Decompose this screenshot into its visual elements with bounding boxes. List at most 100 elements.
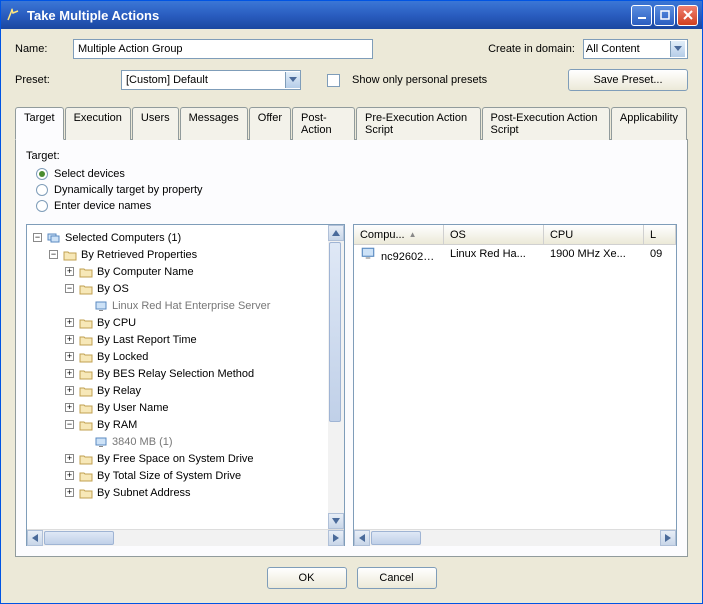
expand-icon[interactable]: +: [65, 335, 74, 344]
tab-post-exec-script[interactable]: Post-Execution Action Script: [482, 107, 610, 140]
tree-ram-leaf[interactable]: 3840 MB (1): [31, 433, 324, 450]
collapse-icon[interactable]: −: [49, 250, 58, 259]
tree-pane: − Selected Computers (1) − By Retrieved …: [26, 224, 345, 546]
name-row: Name: Create in domain: All Content: [15, 39, 688, 59]
folder-icon: [78, 452, 94, 466]
expand-icon[interactable]: +: [65, 267, 74, 276]
tree-by-ram[interactable]: − By RAM: [31, 416, 324, 433]
cancel-button[interactable]: Cancel: [357, 567, 437, 589]
tree-by-relay[interactable]: + By Relay: [31, 382, 324, 399]
collapse-icon[interactable]: −: [65, 420, 74, 429]
table-pane: Compu... ▲ OS CPU L nc926028.r...: [353, 224, 677, 546]
name-label: Name:: [15, 43, 65, 55]
radio-dynamic-target[interactable]: Dynamically target by property: [36, 184, 677, 196]
domain-select[interactable]: All Content: [583, 39, 688, 59]
folder-icon: [78, 469, 94, 483]
tree-by-relay-selection[interactable]: + By BES Relay Selection Method: [31, 365, 324, 382]
tab-body: Target: Select devices Dynamically targe…: [15, 140, 688, 557]
expand-icon[interactable]: +: [65, 369, 74, 378]
radio-select-devices[interactable]: Select devices: [36, 168, 677, 180]
tree-by-total-size[interactable]: + By Total Size of System Drive: [31, 467, 324, 484]
tree-root[interactable]: − Selected Computers (1): [31, 229, 324, 246]
dialog-content: Name: Create in domain: All Content Pres…: [1, 29, 702, 603]
tree-by-free-space[interactable]: + By Free Space on System Drive: [31, 450, 324, 467]
computer-icon: [93, 435, 109, 449]
tree-by-cpu[interactable]: + By CPU: [31, 314, 324, 331]
target-section-label: Target:: [26, 150, 677, 162]
app-icon: [5, 7, 21, 23]
tab-applicability[interactable]: Applicability: [611, 107, 687, 140]
folder-icon: [78, 265, 94, 279]
table-hscroll[interactable]: [354, 529, 676, 545]
tab-users[interactable]: Users: [132, 107, 179, 140]
expand-icon[interactable]: +: [65, 403, 74, 412]
tree-by-subnet[interactable]: + By Subnet Address: [31, 484, 324, 501]
collapse-icon[interactable]: −: [65, 284, 74, 293]
tab-target[interactable]: Target: [15, 107, 64, 140]
tab-pre-exec-script[interactable]: Pre-Execution Action Script: [356, 107, 481, 140]
radio-icon: [36, 184, 48, 196]
tree-hscroll[interactable]: [27, 529, 344, 545]
dialog-window: Take Multiple Actions Name: Create in do…: [0, 0, 703, 604]
table-header: Compu... ▲ OS CPU L: [354, 225, 676, 245]
name-input[interactable]: [73, 39, 373, 59]
tree-by-last-report[interactable]: + By Last Report Time: [31, 331, 324, 348]
folder-icon: [78, 384, 94, 398]
scroll-down-icon[interactable]: [328, 513, 344, 529]
tree-os-leaf[interactable]: Linux Red Hat Enterprise Server: [31, 297, 324, 314]
scroll-left-icon[interactable]: [354, 530, 370, 546]
tab-post-action[interactable]: Post-Action: [292, 107, 355, 140]
close-button[interactable]: [677, 5, 698, 26]
expand-icon[interactable]: +: [65, 386, 74, 395]
preset-row: Preset: [Custom] Default Show only perso…: [15, 69, 688, 91]
folder-icon: [78, 333, 94, 347]
tree-retrieved[interactable]: − By Retrieved Properties: [31, 246, 324, 263]
tab-messages[interactable]: Messages: [180, 107, 248, 140]
minimize-button[interactable]: [631, 5, 652, 26]
domain-select-value: All Content: [586, 43, 640, 55]
scroll-right-icon[interactable]: [328, 530, 344, 546]
folder-open-icon: [78, 418, 94, 432]
tab-offer[interactable]: Offer: [249, 107, 291, 140]
radio-icon: [36, 200, 48, 212]
tab-execution[interactable]: Execution: [65, 107, 131, 140]
computer-icon: [360, 246, 376, 260]
expand-icon[interactable]: +: [65, 352, 74, 361]
sort-asc-icon: ▲: [409, 230, 417, 239]
ok-button[interactable]: OK: [267, 567, 347, 589]
show-personal-checkbox[interactable]: [327, 74, 340, 87]
computer-tree[interactable]: − Selected Computers (1) − By Retrieved …: [27, 225, 328, 505]
tree-by-os[interactable]: − By OS: [31, 280, 324, 297]
scroll-up-icon[interactable]: [328, 225, 344, 241]
th-computer[interactable]: Compu... ▲: [354, 225, 444, 244]
scroll-right-icon[interactable]: [660, 530, 676, 546]
collapse-icon[interactable]: −: [33, 233, 42, 242]
th-cpu[interactable]: CPU: [544, 225, 644, 244]
tree-vscroll[interactable]: [328, 225, 344, 529]
folder-icon: [78, 316, 94, 330]
window-title: Take Multiple Actions: [27, 8, 631, 23]
computer-icon: [93, 299, 109, 313]
save-preset-button[interactable]: Save Preset...: [568, 69, 688, 91]
expand-icon[interactable]: +: [65, 318, 74, 327]
preset-select[interactable]: [Custom] Default: [121, 70, 301, 90]
expand-icon[interactable]: +: [65, 454, 74, 463]
maximize-button[interactable]: [654, 5, 675, 26]
th-os[interactable]: OS: [444, 225, 544, 244]
radio-icon: [36, 168, 48, 180]
computers-icon: [46, 231, 62, 245]
tree-by-locked[interactable]: + By Locked: [31, 348, 324, 365]
folder-open-icon: [62, 248, 78, 262]
chevron-down-icon: [670, 41, 685, 57]
window-controls: [631, 5, 698, 26]
expand-icon[interactable]: +: [65, 488, 74, 497]
tree-by-computer-name[interactable]: + By Computer Name: [31, 263, 324, 280]
folder-icon: [78, 350, 94, 364]
expand-icon[interactable]: +: [65, 471, 74, 480]
table-body[interactable]: nc926028.r... Linux Red Ha... 1900 MHz X…: [354, 245, 676, 529]
radio-enter-names[interactable]: Enter device names: [36, 200, 677, 212]
th-l[interactable]: L: [644, 225, 676, 244]
tree-by-user[interactable]: + By User Name: [31, 399, 324, 416]
scroll-left-icon[interactable]: [27, 530, 43, 546]
table-row[interactable]: nc926028.r... Linux Red Ha... 1900 MHz X…: [354, 245, 676, 263]
